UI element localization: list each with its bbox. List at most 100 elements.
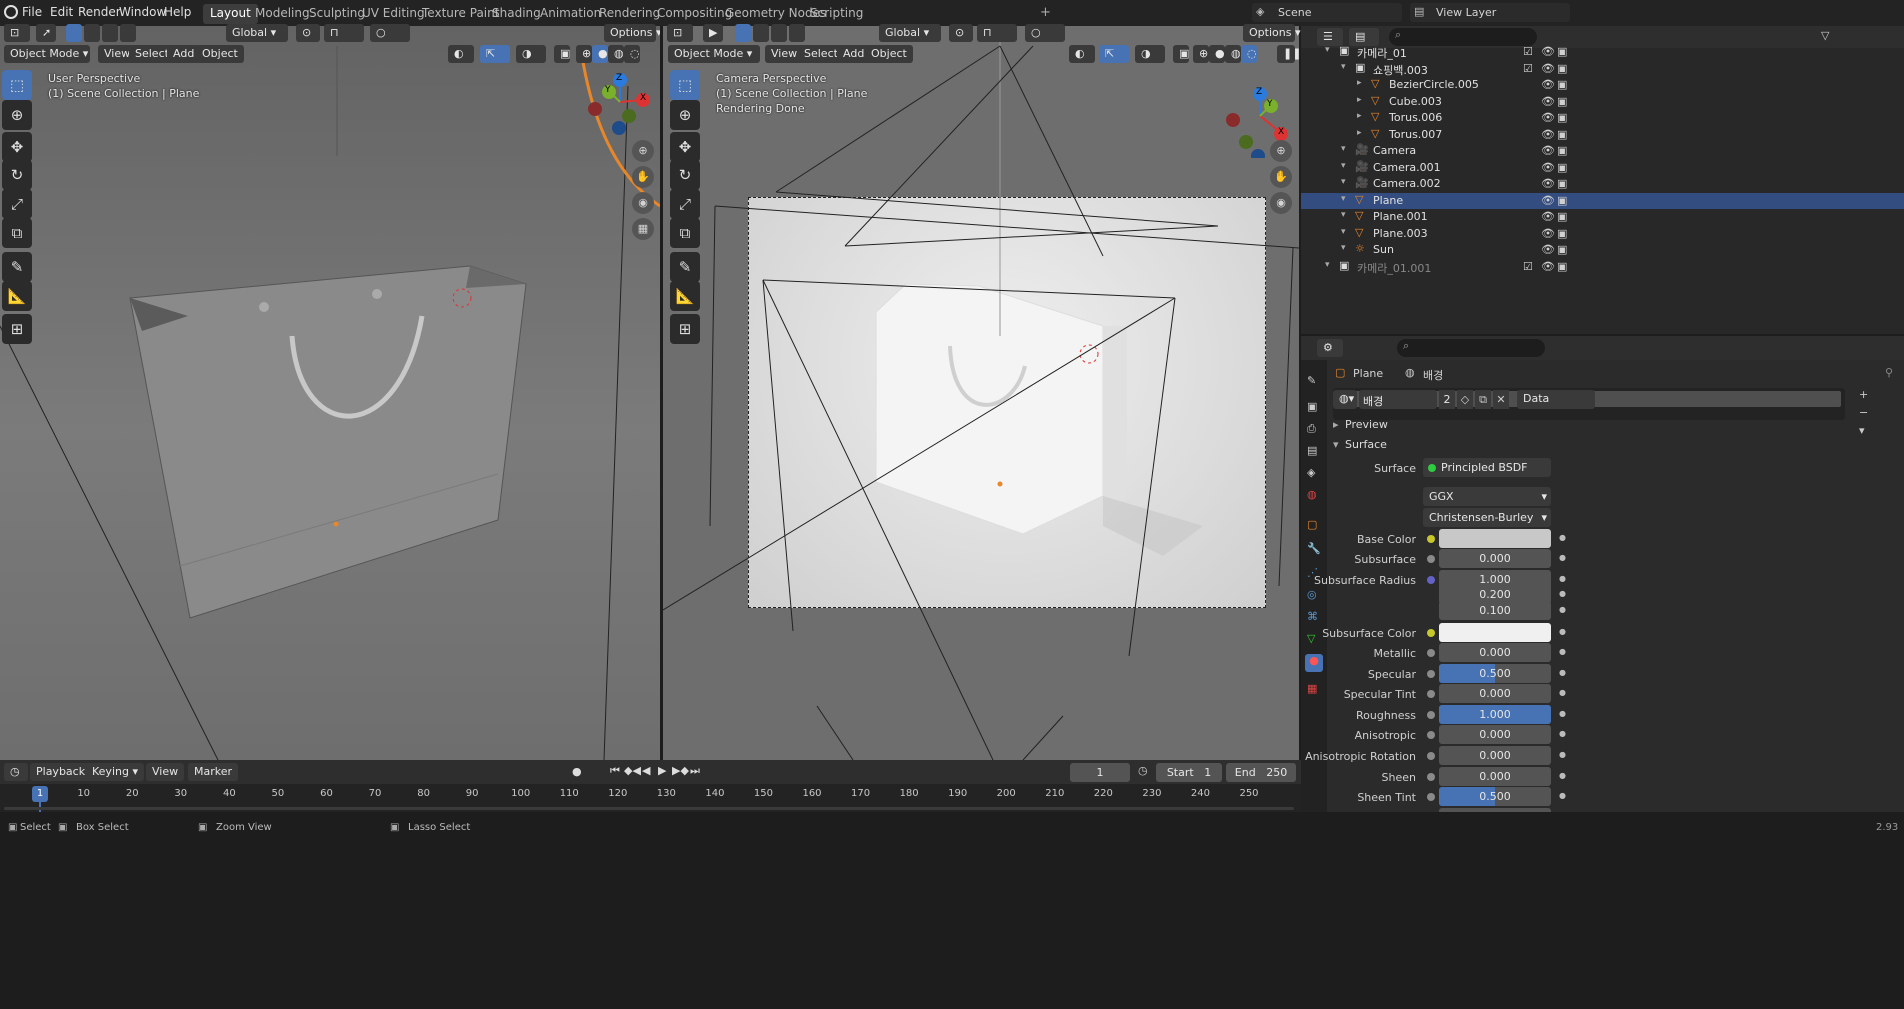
add-cube-icon[interactable]: ⊞ [2,314,32,344]
value-field[interactable]: 0.500 [1439,664,1551,683]
outliner-item[interactable]: ▸ ▽ Cube.003 👁 ▣ [1301,94,1904,110]
select-tool-icon-right[interactable]: ▶ [703,24,723,42]
visibility-icon[interactable]: ◐ [448,45,474,63]
select-invert-icon-right[interactable] [789,24,805,42]
measure-icon[interactable]: 📐 [2,281,32,311]
outliner-item[interactable]: ▾ ▣ 카메라_01 👁 ▣ ☑ [1301,44,1904,60]
expand-arrow-icon[interactable]: ▾ [1341,194,1346,204]
wireframe-shading-icon[interactable]: ⊕ [576,45,592,63]
select-new-icon-right[interactable] [735,24,751,42]
keyframe-dot-icon[interactable]: ● [1559,750,1566,759]
cursor-icon[interactable]: ⊕ [2,100,32,130]
wireframe-shading-icon-right[interactable]: ⊕ [1193,45,1209,63]
socket-dot-icon[interactable] [1427,711,1435,719]
outliner-item[interactable]: ▸ ▽ Torus.007 👁 ▣ [1301,127,1904,143]
blender-logo-icon[interactable] [4,5,18,19]
playhead[interactable]: 1 [32,786,48,802]
surface-panel-header[interactable]: ▾ Surface [1331,435,1901,455]
scale-icon[interactable]: ⤢ [2,189,32,219]
outliner-item[interactable]: ▾ 🎥 Camera 👁 ▣ [1301,143,1904,159]
distribution-dropdown[interactable]: Christensen-Burley ▾ [1423,508,1551,527]
options-right[interactable]: Options ▾ [1243,24,1300,42]
menu-object-left[interactable]: Object [196,45,244,63]
filter-icon[interactable]: ▽ [1821,29,1829,42]
keyframe-dot-icon[interactable]: ● [1559,605,1566,614]
render-visibility-icon[interactable]: ▣ [1557,144,1567,157]
menu-edit[interactable]: Edit [50,5,73,19]
render-visibility-icon[interactable]: ▣ [1557,243,1567,256]
jump-key-forward-icon[interactable]: ▶◆ [672,764,689,777]
zoom-icon-left[interactable]: ⊕ [632,140,654,162]
editor-type-icon-right[interactable]: ⊡ [667,24,693,42]
proportional-icon[interactable]: ○ [370,24,410,42]
value-field[interactable]: 0.000 [1439,643,1551,662]
render-visibility-icon[interactable]: ▣ [1557,177,1567,190]
outliner-item[interactable]: ▸ ▽ BezierCircle.005 👁 ▣ [1301,77,1904,93]
rendered-shading-icon[interactable]: ◌ [624,45,640,63]
scale-icon[interactable]: ⤢ [670,189,700,219]
jump-end-icon[interactable]: ⏭ [690,764,700,778]
socket-dot-icon[interactable] [1427,773,1435,781]
outliner-item[interactable]: ▾ ▽ Plane.003 👁 ▣ [1301,226,1904,242]
render-visibility-icon[interactable]: ▣ [1557,45,1567,58]
expand-arrow-icon[interactable]: ▸ [1357,128,1362,138]
menu-file[interactable]: File [22,5,42,19]
socket-dot-icon[interactable] [1427,690,1435,698]
keyframe-dot-icon[interactable]: ● [1559,771,1566,780]
visibility-eye-icon[interactable]: 👁 [1541,111,1555,124]
outliner-item[interactable]: ▾ ☼ Sun 👁 ▣ [1301,242,1904,258]
color-swatch[interactable] [1439,529,1551,548]
socket-dot-icon[interactable] [1427,793,1435,801]
transform-icon[interactable]: ⧉ [670,218,700,248]
xray-icon-right[interactable]: ▣ [1173,45,1189,63]
editor-type-icon[interactable]: ⊡ [4,24,30,42]
timeline-scrollbar[interactable] [4,807,1294,810]
keyframe-dot-icon[interactable]: ● [1559,647,1566,656]
outliner-item[interactable]: ▾ 🎥 Camera.001 👁 ▣ [1301,160,1904,176]
select-tool-icon[interactable]: ➚ [36,24,56,42]
render-visibility-icon[interactable]: ▣ [1557,62,1567,75]
visibility-eye-icon[interactable]: 👁 [1541,210,1555,223]
annotate-icon[interactable]: ✎ [670,252,700,282]
distribution-dropdown[interactable]: GGX ▾ [1423,487,1551,506]
visibility-eye-icon[interactable]: 👁 [1541,128,1555,141]
jump-key-back-icon[interactable]: ◆◀ [624,764,641,777]
value-field[interactable]: 0.000 [1439,767,1551,786]
socket-dot-icon[interactable] [1427,555,1435,563]
jump-start-icon[interactable]: ⏮ [610,764,620,778]
keyframe-dot-icon[interactable]: ● [1559,627,1566,636]
value-field[interactable]: 0.000 [1439,746,1551,765]
outliner-item[interactable]: ▾ ▽ Plane 👁 ▣ [1301,192,1904,209]
play-reverse-icon[interactable]: ◀ [642,764,650,777]
outliner[interactable]: ☰ ▤ ⌕ ▽ ▾ ▣ 카메라_01 👁 ▣ ☑ ▾ ▣ 쇼핑백.003 👁 ▣ ☑ ▸ ▽ BezierC… [1301,26,1904,334]
snap-icon[interactable]: ⊓ [324,24,364,42]
value-field[interactable]: 0.000 [1439,725,1551,744]
keyframe-dot-icon[interactable]: ● [1559,729,1566,738]
expand-arrow-icon[interactable]: ▾ [1325,45,1330,55]
value-field[interactable]: 0.100 [1439,601,1551,620]
value-field[interactable]: 0.000 [1439,684,1551,703]
play-icon[interactable]: ▶ [658,764,666,777]
value-field[interactable]: 0.000 [1439,549,1551,568]
clock-icon[interactable]: ◷ [1138,764,1148,777]
outliner-item[interactable]: ▾ ▽ Plane.001 👁 ▣ [1301,209,1904,225]
navigation-gizmo-left[interactable]: Z X Y [584,72,656,144]
select-invert-icon[interactable] [120,24,136,42]
socket-dot-icon[interactable] [1427,535,1435,543]
timeline-menu-marker[interactable]: Marker [188,763,239,781]
rotate-icon[interactable]: ↻ [670,160,700,190]
gizmo-toggle-icon-right[interactable]: ⇱ [1099,45,1129,63]
expand-arrow-icon[interactable]: ▾ [1341,177,1346,187]
pivot-icon[interactable]: ⊙ [296,24,320,42]
rendered-shading-icon-right[interactable]: ◌ [1241,45,1257,63]
menu-window[interactable]: Window [119,5,166,19]
outliner-item[interactable]: ▾ 🎥 Camera.002 👁 ▣ [1301,176,1904,192]
material-shading-icon-right[interactable]: ◍ [1225,45,1241,63]
start-frame-field[interactable]: Start 1 [1156,763,1222,782]
visibility-eye-icon[interactable]: 👁 [1541,78,1555,91]
visibility-eye-icon[interactable]: 👁 [1541,194,1555,207]
surface-shader-field[interactable]: Principled BSDF [1423,458,1551,477]
timeline-editor-icon[interactable]: ◷ [4,763,28,781]
visibility-eye-icon[interactable]: 👁 [1541,62,1555,75]
outliner-item[interactable]: ▾ ▣ 쇼핑백.003 👁 ▣ ☑ [1301,61,1904,77]
